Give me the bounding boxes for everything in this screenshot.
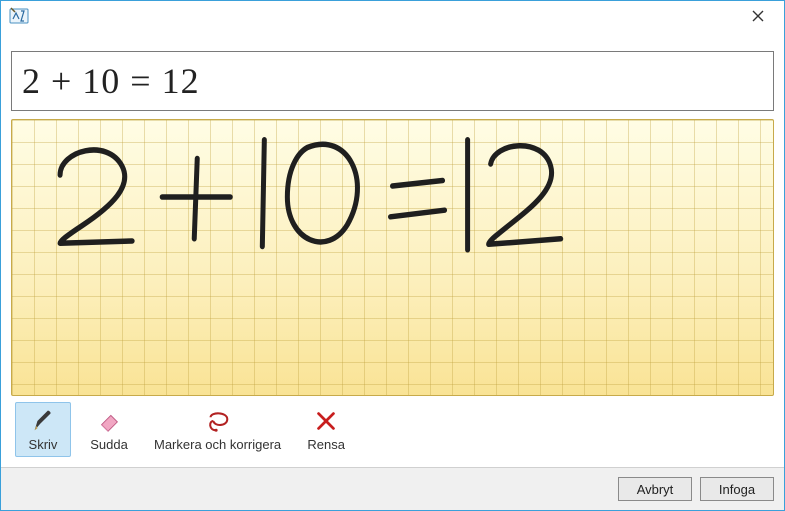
close-button[interactable] [738,2,778,30]
tool-erase-label: Sudda [90,437,128,452]
tool-toolbar: Skriv Sudda [11,396,774,467]
tool-clear-label: Rensa [307,437,345,452]
math-input-window: 2 + 10 = 12 [0,0,785,511]
cancel-button[interactable]: Avbryt [618,477,692,501]
lasso-icon [204,407,232,435]
dialog-footer: Avbryt Infoga [1,467,784,510]
app-icon [9,6,29,26]
eraser-icon [95,407,123,435]
tool-erase[interactable]: Sudda [81,402,137,457]
tool-select-correct[interactable]: Markera och korrigera [147,402,288,457]
insert-button[interactable]: Infoga [700,477,774,501]
content-area: 2 + 10 = 12 [1,31,784,467]
title-bar [1,1,784,31]
ink-strokes [12,120,773,395]
handwriting-canvas[interactable] [11,119,774,396]
clear-x-icon [312,407,340,435]
tool-write[interactable]: Skriv [15,402,71,457]
recognized-formula-display: 2 + 10 = 12 [11,51,774,111]
tool-select-correct-label: Markera och korrigera [154,437,281,452]
pen-icon [29,407,57,435]
tool-clear[interactable]: Rensa [298,402,354,457]
tool-write-label: Skriv [29,437,58,452]
